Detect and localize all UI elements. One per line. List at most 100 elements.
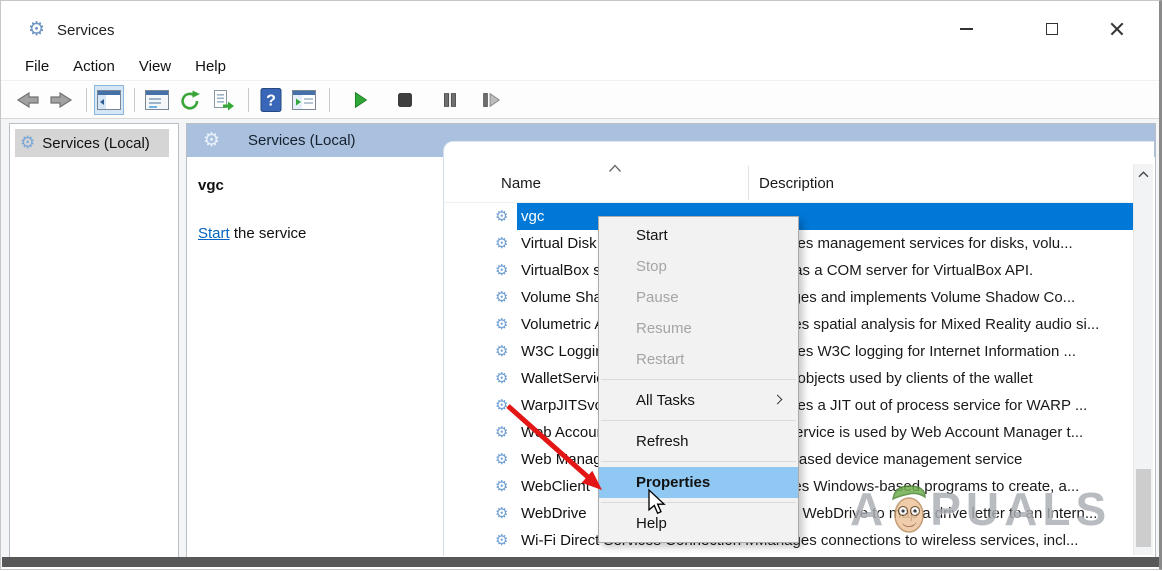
menu-view[interactable]: View [139,58,171,75]
properties-button[interactable] [142,85,172,115]
menu-bar: File Action View Help [1,53,1159,81]
title-bar: ⚙ Services [1,1,1159,53]
column-header-name[interactable]: Name [501,175,541,192]
back-button[interactable] [13,85,43,115]
context-menu-separator [601,379,796,380]
service-row[interactable]: ⚙Windows AudioManages audio for Windows-… [444,554,1133,556]
console-tree-icon [97,90,121,110]
service-gear-icon: ⚙ [495,263,512,278]
selected-service-name: vgc [198,177,443,194]
toolbar-separator [86,88,87,112]
window-bottom-frame [2,557,1159,567]
export-list-button[interactable] [208,85,238,115]
scroll-up-icon [1138,171,1149,178]
service-description-cell: Enables spatial analysis for Mixed Reali… [755,316,1133,333]
svg-text:?: ? [266,93,276,110]
service-gear-icon: ⚙ [495,452,512,467]
context-menu-separator [601,461,796,462]
sort-ascending-icon [608,164,622,173]
service-row-fill: Windows AudioManages audio for Windows-b… [517,554,1133,556]
tree-item-label: Services (Local) [42,135,150,152]
action-suffix: the service [230,225,307,242]
show-console-tree-button[interactable] [94,85,124,115]
service-gear-icon: ⚙ [495,290,512,305]
menu-help[interactable]: Help [195,58,226,75]
watermark-text-suffix: PUALS [930,482,1111,536]
forward-button[interactable] [46,85,76,115]
context-menu-item-stop[interactable]: Stop [599,251,798,282]
service-gear-icon: ⚙ [495,236,512,251]
toolbar-separator [134,88,135,112]
refresh-button[interactable] [175,85,205,115]
service-gear-icon: ⚙ [495,371,512,386]
restart-service-button[interactable] [476,85,506,115]
context-menu-separator [601,502,796,503]
service-gear-icon: ⚙ [495,533,512,548]
service-gear-icon: ⚙ [495,479,512,494]
toolbar: ? [1,82,1159,119]
service-description-cell: Used as a COM server for VirtualBox API. [755,262,1133,279]
service-description-cell: Hosts objects used by clients of the wal… [755,370,1133,387]
watermark-text-prefix: A [850,482,888,536]
scrollbar-thumb[interactable] [1136,469,1151,547]
context-menu-item-restart[interactable]: Restart [599,344,798,375]
action-pane-icon [292,90,316,110]
tree-item-services-local[interactable]: ⚙ Services (Local) [15,129,169,157]
context-menu-item-properties[interactable]: Properties [599,467,798,498]
start-service-link[interactable]: Start [198,225,230,242]
show-action-pane-button[interactable] [289,85,319,115]
refresh-icon [178,88,202,112]
context-menu-item-help[interactable]: Help [599,508,798,539]
appuals-watermark: A PUALS [850,482,1111,536]
pause-service-icon [439,89,461,111]
service-description-cell: Manages and implements Volume Shadow Co.… [755,289,1133,306]
window-title: Services [57,22,115,39]
appuals-mascot-icon [889,482,929,536]
services-gear-icon: ⚙ [203,129,220,151]
context-menu-item-all-tasks[interactable]: All Tasks [599,385,798,416]
menu-action[interactable]: Action [73,58,115,75]
submenu-arrow-icon [773,395,783,405]
export-list-icon [211,88,235,112]
service-description-cell: Provides a JIT out of process service fo… [755,397,1133,414]
context-menu-item-refresh[interactable]: Refresh [599,426,798,457]
panel-header-label: Services (Local) [248,132,356,149]
service-gear-icon: ⚙ [495,344,512,359]
minimize-button[interactable] [946,15,986,43]
service-gear-icon: ⚙ [495,506,512,521]
help-icon: ? [260,88,282,112]
service-description-cell: Provides management services for disks, … [755,235,1133,252]
properties-icon [145,90,169,110]
service-description-cell: This service is used by Web Account Mana… [755,424,1133,441]
start-service-button[interactable] [345,85,375,115]
service-description-cell: Web-based device management service [755,451,1133,468]
vertical-scrollbar[interactable] [1133,164,1153,555]
service-gear-icon: ⚙ [495,209,512,224]
menu-file[interactable]: File [25,58,49,75]
back-icon [15,88,41,112]
services-gear-icon: ⚙ [20,133,35,153]
context-menu-item-resume[interactable]: Resume [599,313,798,344]
pause-service-button[interactable] [435,85,465,115]
extended-info-panel: vgc Start the service [188,157,443,556]
close-button[interactable] [1097,15,1137,43]
context-menu-item-start[interactable]: Start [599,220,798,251]
stop-service-button[interactable] [390,85,420,115]
services-app-icon: ⚙ [28,18,45,40]
column-divider[interactable] [748,166,749,200]
services-window: ⚙ Services File Action View Help [0,0,1162,570]
maximize-button[interactable] [1032,15,1072,43]
scrollbar-up-button[interactable] [1134,164,1153,184]
start-service-icon [349,89,371,111]
forward-icon [48,88,74,112]
context-menu: StartStopPauseResumeRestart All Tasks Refr… [598,216,799,543]
column-header-description[interactable]: Description [759,175,834,192]
toolbar-separator [248,88,249,112]
help-button[interactable]: ? [256,85,286,115]
maximize-icon [1046,23,1058,35]
list-header: Name Description [444,142,1133,203]
service-gear-icon: ⚙ [495,317,512,332]
service-action-line: Start the service [198,225,443,242]
context-menu-item-pause[interactable]: Pause [599,282,798,313]
service-gear-icon: ⚙ [495,398,512,413]
